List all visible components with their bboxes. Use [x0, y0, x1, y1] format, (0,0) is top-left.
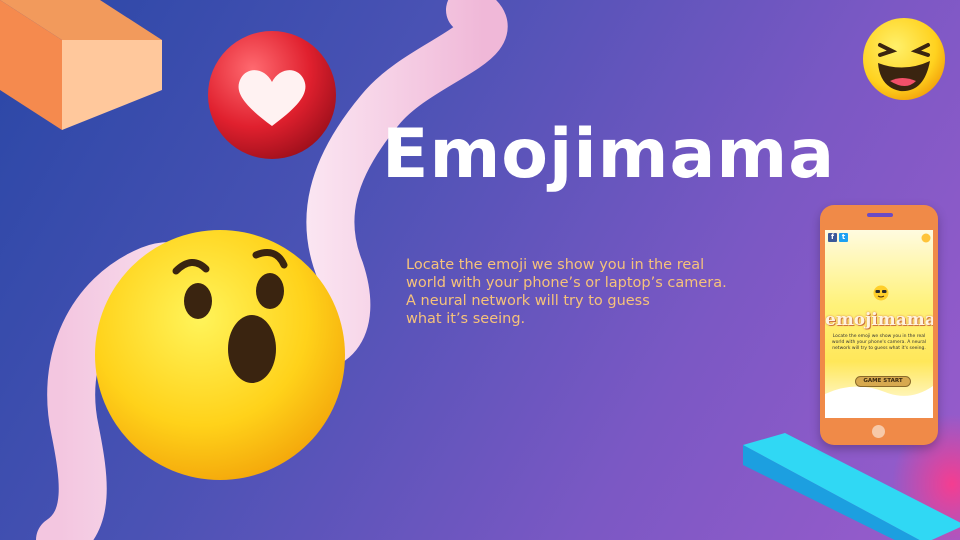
phone-screen: f t emojimama Locate the emoji we show y… — [825, 230, 933, 418]
slide-title: Emojimama — [382, 115, 836, 194]
app-title: emojimama — [825, 310, 933, 330]
slide: Emojimama Locate the emoji we show you i… — [0, 0, 960, 540]
twitter-icon[interactable]: t — [839, 233, 848, 242]
sunglasses-emoji-icon — [873, 285, 889, 301]
description-line: what it’s seeing. — [406, 311, 526, 327]
heart-ball-icon — [208, 31, 336, 159]
phone-speaker — [867, 213, 893, 217]
laughing-emoji-icon — [863, 18, 945, 100]
description-line: world with your phone’s or laptop’s came… — [406, 275, 727, 291]
facebook-icon[interactable]: f — [828, 233, 837, 242]
app-description: Locate the emoji we show you in the real… — [831, 334, 927, 351]
description-line: Locate the emoji we show you in the real — [406, 257, 705, 273]
phone-mockup: f t emojimama Locate the emoji we show y… — [820, 205, 938, 445]
slide-description: Locate the emoji we show you in the real… — [406, 256, 766, 328]
game-start-button[interactable]: GAME START — [855, 376, 911, 387]
phone-home-button — [872, 425, 885, 438]
corner-emoji-icon — [921, 233, 931, 243]
description-line: A neural network will try to guess — [406, 293, 650, 309]
surprised-emoji-icon — [95, 230, 345, 480]
social-icons: f t — [828, 233, 848, 242]
